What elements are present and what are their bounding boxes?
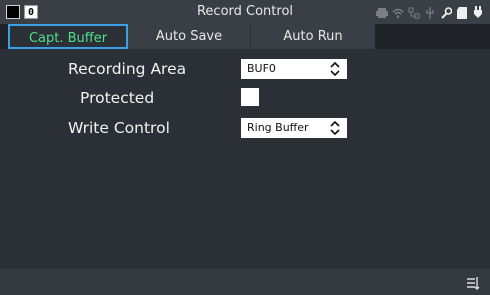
menu-icon[interactable] [466, 275, 480, 290]
protected-checkbox[interactable] [241, 88, 259, 106]
usb-icon [424, 5, 436, 19]
page-title: Record Control [196, 4, 294, 19]
tab-capt-buffer[interactable]: Capt. Buffer [8, 24, 128, 49]
sd-card-icon [456, 5, 468, 19]
power-icon [472, 5, 484, 19]
recording-area-value: BUF0 [247, 62, 276, 75]
tab-auto-run[interactable]: Auto Run [251, 24, 375, 49]
printer-icon [376, 5, 388, 19]
updown-chevron-icon [329, 61, 341, 77]
tool-icon [440, 5, 453, 19]
record-status-indicator [6, 5, 20, 19]
network-icon [408, 5, 420, 19]
recording-area-label: Recording Area [68, 60, 187, 78]
updown-chevron-icon [329, 120, 341, 136]
write-control-label: Write Control [68, 119, 170, 137]
recording-area-select[interactable]: BUF0 [241, 59, 347, 79]
tab-auto-save[interactable]: Auto Save [128, 24, 250, 49]
title-bar: 0 Record Control [0, 0, 490, 24]
bottom-bar [0, 269, 490, 295]
status-icons [376, 4, 484, 20]
wifi-icon [392, 5, 404, 19]
write-control-value: Ring Buffer [247, 121, 309, 134]
tab-bar: Capt. Buffer Auto Save Auto Run [0, 24, 490, 49]
buffer-badge: 0 [24, 5, 38, 19]
write-control-select[interactable]: Ring Buffer [241, 118, 347, 138]
protected-label: Protected [80, 89, 155, 107]
